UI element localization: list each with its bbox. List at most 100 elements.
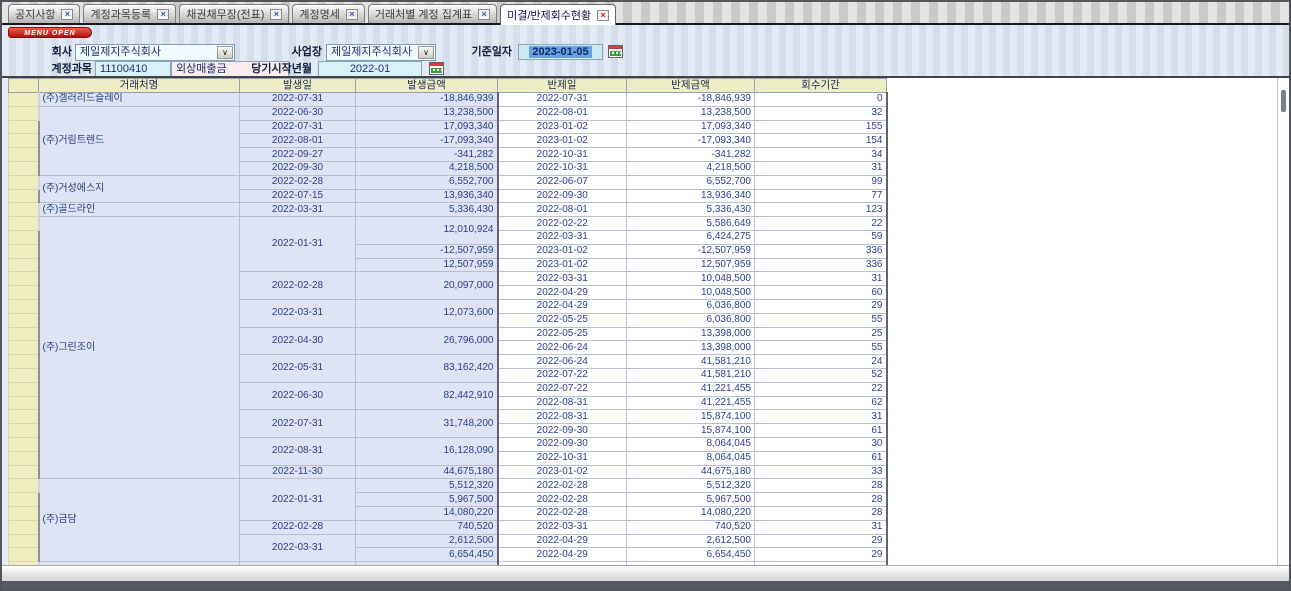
menu-open-button[interactable]: MENU OPEN bbox=[8, 27, 92, 38]
settle-date-cell[interactable]: 2022-07-22 bbox=[498, 368, 627, 382]
row-selector[interactable] bbox=[9, 272, 39, 286]
settle-date-cell[interactable]: 2022-03-31 bbox=[498, 520, 627, 534]
row-selector[interactable] bbox=[9, 506, 39, 520]
chevron-down-icon[interactable]: ∨ bbox=[217, 46, 233, 59]
occur-date-cell[interactable]: 2022-11-30 bbox=[240, 465, 356, 479]
row-selector[interactable] bbox=[9, 217, 39, 231]
settle-date-cell[interactable]: 2022-08-31 bbox=[498, 396, 627, 410]
collect-days-cell[interactable]: 31 bbox=[755, 161, 887, 175]
row-selector[interactable] bbox=[9, 520, 39, 534]
settle-amount-cell[interactable]: 740,520 bbox=[627, 520, 755, 534]
collect-days-cell[interactable]: 33 bbox=[755, 465, 887, 479]
occur-date-cell[interactable]: 2022-03-31 bbox=[240, 203, 356, 217]
settle-amount-cell[interactable]: 13,398,000 bbox=[627, 341, 755, 355]
settle-amount-cell[interactable]: 6,424,275 bbox=[627, 230, 755, 244]
collect-days-cell[interactable]: 25 bbox=[755, 327, 887, 341]
occur-amount-cell[interactable]: 5,336,430 bbox=[356, 203, 498, 217]
collect-days-cell[interactable]: 34 bbox=[755, 148, 887, 162]
period-start-input[interactable]: 2022-01 bbox=[318, 61, 422, 77]
settle-date-cell[interactable]: 2023-01-02 bbox=[498, 258, 627, 272]
settle-date-cell[interactable]: 2022-08-01 bbox=[498, 106, 627, 120]
occur-date-cell[interactable]: 2022-01-31 bbox=[240, 217, 356, 272]
occur-date-cell[interactable]: 2022-07-15 bbox=[240, 189, 356, 203]
settle-amount-cell[interactable]: 5,586,649 bbox=[627, 217, 755, 231]
occur-amount-cell[interactable]: 44,675,180 bbox=[356, 465, 498, 479]
occur-amount-cell[interactable]: 6,654,450 bbox=[356, 548, 498, 562]
occur-amount-cell[interactable]: 13,936,340 bbox=[356, 189, 498, 203]
settle-date-cell[interactable]: 2023-01-02 bbox=[498, 465, 627, 479]
occur-date-cell[interactable]: 2022-06-30 bbox=[240, 382, 356, 410]
settle-date-cell[interactable]: 2022-08-31 bbox=[498, 410, 627, 424]
occur-amount-cell[interactable]: 6,552,700 bbox=[356, 175, 498, 189]
vertical-scrollbar[interactable] bbox=[1277, 78, 1289, 565]
customer-cell[interactable]: (주)거림트렌드 bbox=[39, 106, 240, 175]
row-selector[interactable] bbox=[9, 189, 39, 203]
row-selector[interactable] bbox=[9, 548, 39, 562]
settle-amount-cell[interactable]: 5,336,430 bbox=[627, 203, 755, 217]
settle-amount-cell[interactable]: 17,093,340 bbox=[627, 120, 755, 134]
settle-date-cell[interactable]: 2022-02-22 bbox=[498, 217, 627, 231]
collect-days-cell[interactable]: 29 bbox=[755, 548, 887, 562]
account-code-input[interactable]: 11100410 bbox=[95, 61, 171, 77]
settle-date-cell[interactable]: 2023-01-02 bbox=[498, 120, 627, 134]
row-selector[interactable] bbox=[9, 341, 39, 355]
settle-date-cell[interactable]: 2022-03-31 bbox=[498, 272, 627, 286]
occur-amount-cell[interactable]: 4,218,500 bbox=[356, 161, 498, 175]
occur-amount-cell[interactable]: 12,010,924 bbox=[356, 217, 498, 245]
settle-date-cell[interactable]: 2023-01-02 bbox=[498, 244, 627, 258]
row-selector[interactable] bbox=[9, 203, 39, 217]
collect-days-cell[interactable]: 32 bbox=[755, 106, 887, 120]
calendar-icon[interactable] bbox=[429, 62, 444, 75]
occur-amount-cell[interactable]: 83,162,420 bbox=[356, 355, 498, 383]
row-selector[interactable] bbox=[9, 175, 39, 189]
settle-amount-cell[interactable]: -17,093,340 bbox=[627, 134, 755, 148]
occur-date-cell[interactable]: 2022-07-31 bbox=[240, 120, 356, 134]
tab-close-icon[interactable]: × bbox=[346, 9, 358, 20]
settle-date-cell[interactable]: 2022-04-29 bbox=[498, 548, 627, 562]
settle-amount-cell[interactable]: 15,874,100 bbox=[627, 424, 755, 438]
occur-date-cell[interactable]: 2022-07-31 bbox=[240, 93, 356, 107]
occur-amount-cell[interactable]: 12,507,959 bbox=[356, 258, 498, 272]
settle-amount-cell[interactable]: 13,238,500 bbox=[627, 106, 755, 120]
settle-amount-cell[interactable]: 10,048,500 bbox=[627, 272, 755, 286]
occur-date-cell[interactable]: 2022-08-01 bbox=[240, 134, 356, 148]
site-select[interactable]: 제일제지주식회사 ∨ bbox=[326, 44, 436, 61]
customer-cell[interactable]: (주)금담 bbox=[39, 479, 240, 562]
occur-amount-cell[interactable]: 16,128,090 bbox=[356, 437, 498, 465]
occur-date-cell[interactable]: 2022-09-27 bbox=[240, 148, 356, 162]
occur-amount-cell[interactable]: -18,846,939 bbox=[356, 93, 498, 107]
settle-date-cell[interactable]: 2022-06-24 bbox=[498, 355, 627, 369]
settle-date-cell[interactable]: 2022-06-07 bbox=[498, 175, 627, 189]
horizontal-scrollbar[interactable] bbox=[2, 565, 1289, 582]
settle-date-cell[interactable]: 2022-09-30 bbox=[498, 437, 627, 451]
company-select[interactable]: 제일제지주식회사 ∨ bbox=[75, 44, 235, 61]
collect-days-cell[interactable]: 77 bbox=[755, 189, 887, 203]
settle-date-cell[interactable]: 2023-01-02 bbox=[498, 134, 627, 148]
settle-amount-cell[interactable]: 12,507,959 bbox=[627, 258, 755, 272]
collect-days-cell[interactable]: 52 bbox=[755, 368, 887, 382]
settle-amount-cell[interactable]: 13,398,000 bbox=[627, 327, 755, 341]
occur-date-cell[interactable]: 2022-02-28 bbox=[240, 175, 356, 189]
collect-days-cell[interactable]: 336 bbox=[755, 258, 887, 272]
collect-days-cell[interactable]: 61 bbox=[755, 424, 887, 438]
collect-days-cell[interactable]: 28 bbox=[755, 506, 887, 520]
occur-amount-cell[interactable]: 5,512,320 bbox=[356, 479, 498, 493]
occur-amount-cell[interactable]: 31,748,200 bbox=[356, 410, 498, 438]
occur-amount-cell[interactable]: 82,442,910 bbox=[356, 382, 498, 410]
row-selector[interactable] bbox=[9, 424, 39, 438]
tab-5[interactable]: 거래처별 계정 집계표× bbox=[368, 4, 497, 23]
settle-amount-cell[interactable]: 5,512,320 bbox=[627, 479, 755, 493]
occur-date-cell[interactable]: 2022-06-30 bbox=[240, 106, 356, 120]
row-selector[interactable] bbox=[9, 134, 39, 148]
settle-amount-cell[interactable]: 2,612,500 bbox=[627, 534, 755, 548]
settle-amount-cell[interactable]: 41,221,455 bbox=[627, 382, 755, 396]
occur-amount-cell[interactable]: -12,507,959 bbox=[356, 244, 498, 258]
tab-1[interactable]: 공지사항× bbox=[8, 4, 80, 23]
row-selector[interactable] bbox=[9, 106, 39, 120]
collect-days-cell[interactable]: 28 bbox=[755, 493, 887, 507]
vertical-scrollbar-thumb[interactable] bbox=[1281, 90, 1286, 112]
collect-days-cell[interactable]: 29 bbox=[755, 534, 887, 548]
settle-amount-cell[interactable]: -12,507,959 bbox=[627, 244, 755, 258]
collect-days-cell[interactable]: 61 bbox=[755, 451, 887, 465]
collect-days-cell[interactable]: 22 bbox=[755, 382, 887, 396]
